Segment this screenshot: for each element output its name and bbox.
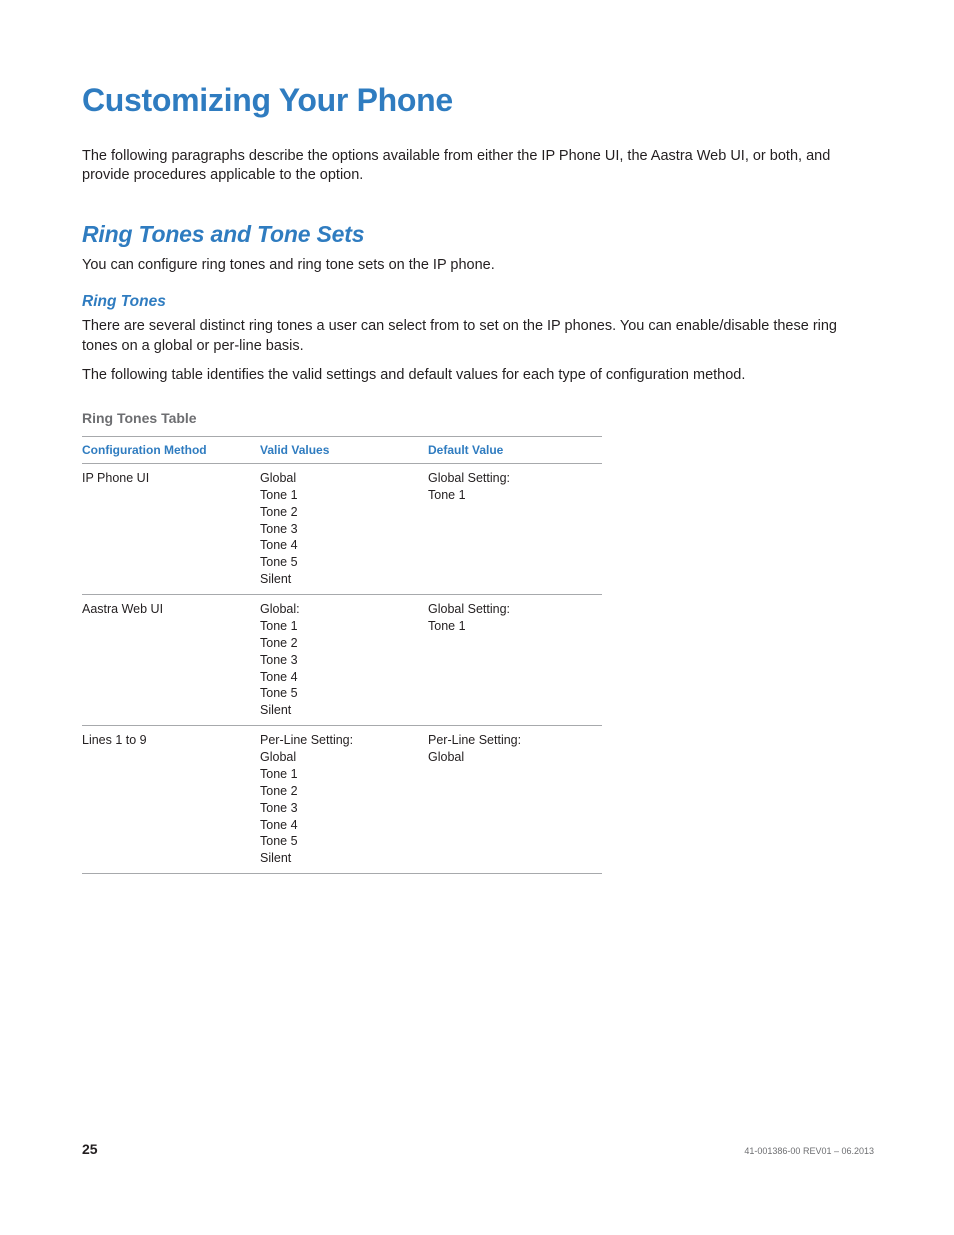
section-text: You can configure ring tones and ring to… — [82, 256, 874, 276]
cell-method: IP Phone UI — [82, 463, 260, 594]
subsection-para1: There are several distinct ring tones a … — [82, 317, 874, 356]
cell-valid: Per-Line Setting:GlobalTone 1Tone 2Tone … — [260, 726, 428, 874]
section-heading: Ring Tones and Tone Sets — [82, 221, 874, 248]
table-row: Aastra Web UI Global:Tone 1Tone 2Tone 3T… — [82, 595, 602, 726]
table-header-default-value: Default Value — [428, 436, 602, 463]
page-number: 25 — [82, 1141, 98, 1157]
cell-default: Per-Line Setting:Global — [428, 726, 602, 874]
table-caption: Ring Tones Table — [82, 410, 874, 426]
cell-method: Aastra Web UI — [82, 595, 260, 726]
cell-default: Global Setting:Tone 1 — [428, 463, 602, 594]
table-header-config-method: Configuration Method — [82, 436, 260, 463]
intro-paragraph: The following paragraphs describe the op… — [82, 147, 874, 185]
ring-tones-table: Configuration Method Valid Values Defaul… — [82, 436, 602, 874]
table-row: Lines 1 to 9 Per-Line Setting:GlobalTone… — [82, 726, 602, 874]
document-id: 41-001386-00 REV01 – 06.2013 — [744, 1146, 874, 1156]
cell-valid: Global:Tone 1Tone 2Tone 3Tone 4Tone 5Sil… — [260, 595, 428, 726]
page-title: Customizing Your Phone — [82, 82, 874, 119]
subsection-para2: The following table identifies the valid… — [82, 366, 874, 386]
subsection-heading: Ring Tones — [82, 293, 874, 311]
table-header-valid-values: Valid Values — [260, 436, 428, 463]
cell-default: Global Setting:Tone 1 — [428, 595, 602, 726]
table-row: IP Phone UI GlobalTone 1Tone 2Tone 3Tone… — [82, 463, 602, 594]
page-footer: 25 41-001386-00 REV01 – 06.2013 — [82, 1141, 874, 1157]
cell-method: Lines 1 to 9 — [82, 726, 260, 874]
cell-valid: GlobalTone 1Tone 2Tone 3Tone 4Tone 5Sile… — [260, 463, 428, 594]
